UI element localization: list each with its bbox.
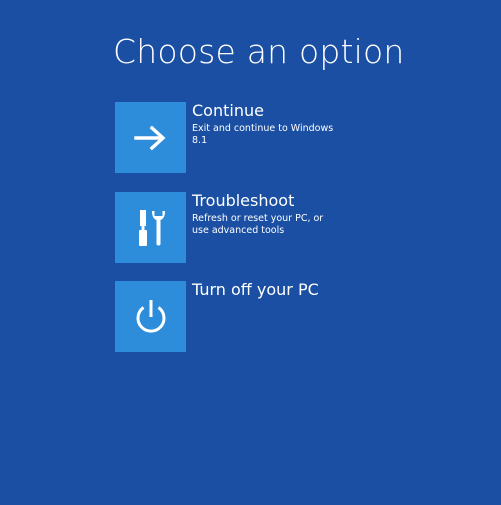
recovery-screen: Choose an option Continue Exit and conti… (0, 0, 501, 505)
turn-off-label[interactable]: Turn off your PC (192, 281, 319, 299)
tools-icon (138, 209, 165, 246)
turn-off-option[interactable]: Turn off your PC (115, 281, 445, 352)
troubleshoot-tile[interactable] (115, 192, 186, 263)
turn-off-tile[interactable] (115, 281, 186, 352)
page-title: Choose an option (113, 32, 405, 71)
troubleshoot-option[interactable]: Troubleshoot Refresh or reset your PC, o… (115, 192, 445, 263)
arrow-right-icon (133, 125, 166, 150)
power-icon (136, 299, 165, 333)
troubleshoot-label[interactable]: Troubleshoot (192, 192, 294, 210)
continue-tile[interactable] (115, 102, 186, 173)
continue-label[interactable]: Continue (192, 102, 264, 120)
continue-option[interactable]: Continue Exit and continue to Windows 8.… (115, 102, 445, 173)
continue-description: Exit and continue to Windows 8.1 (192, 123, 334, 146)
troubleshoot-description: Refresh or reset your PC, or use advance… (192, 213, 324, 236)
